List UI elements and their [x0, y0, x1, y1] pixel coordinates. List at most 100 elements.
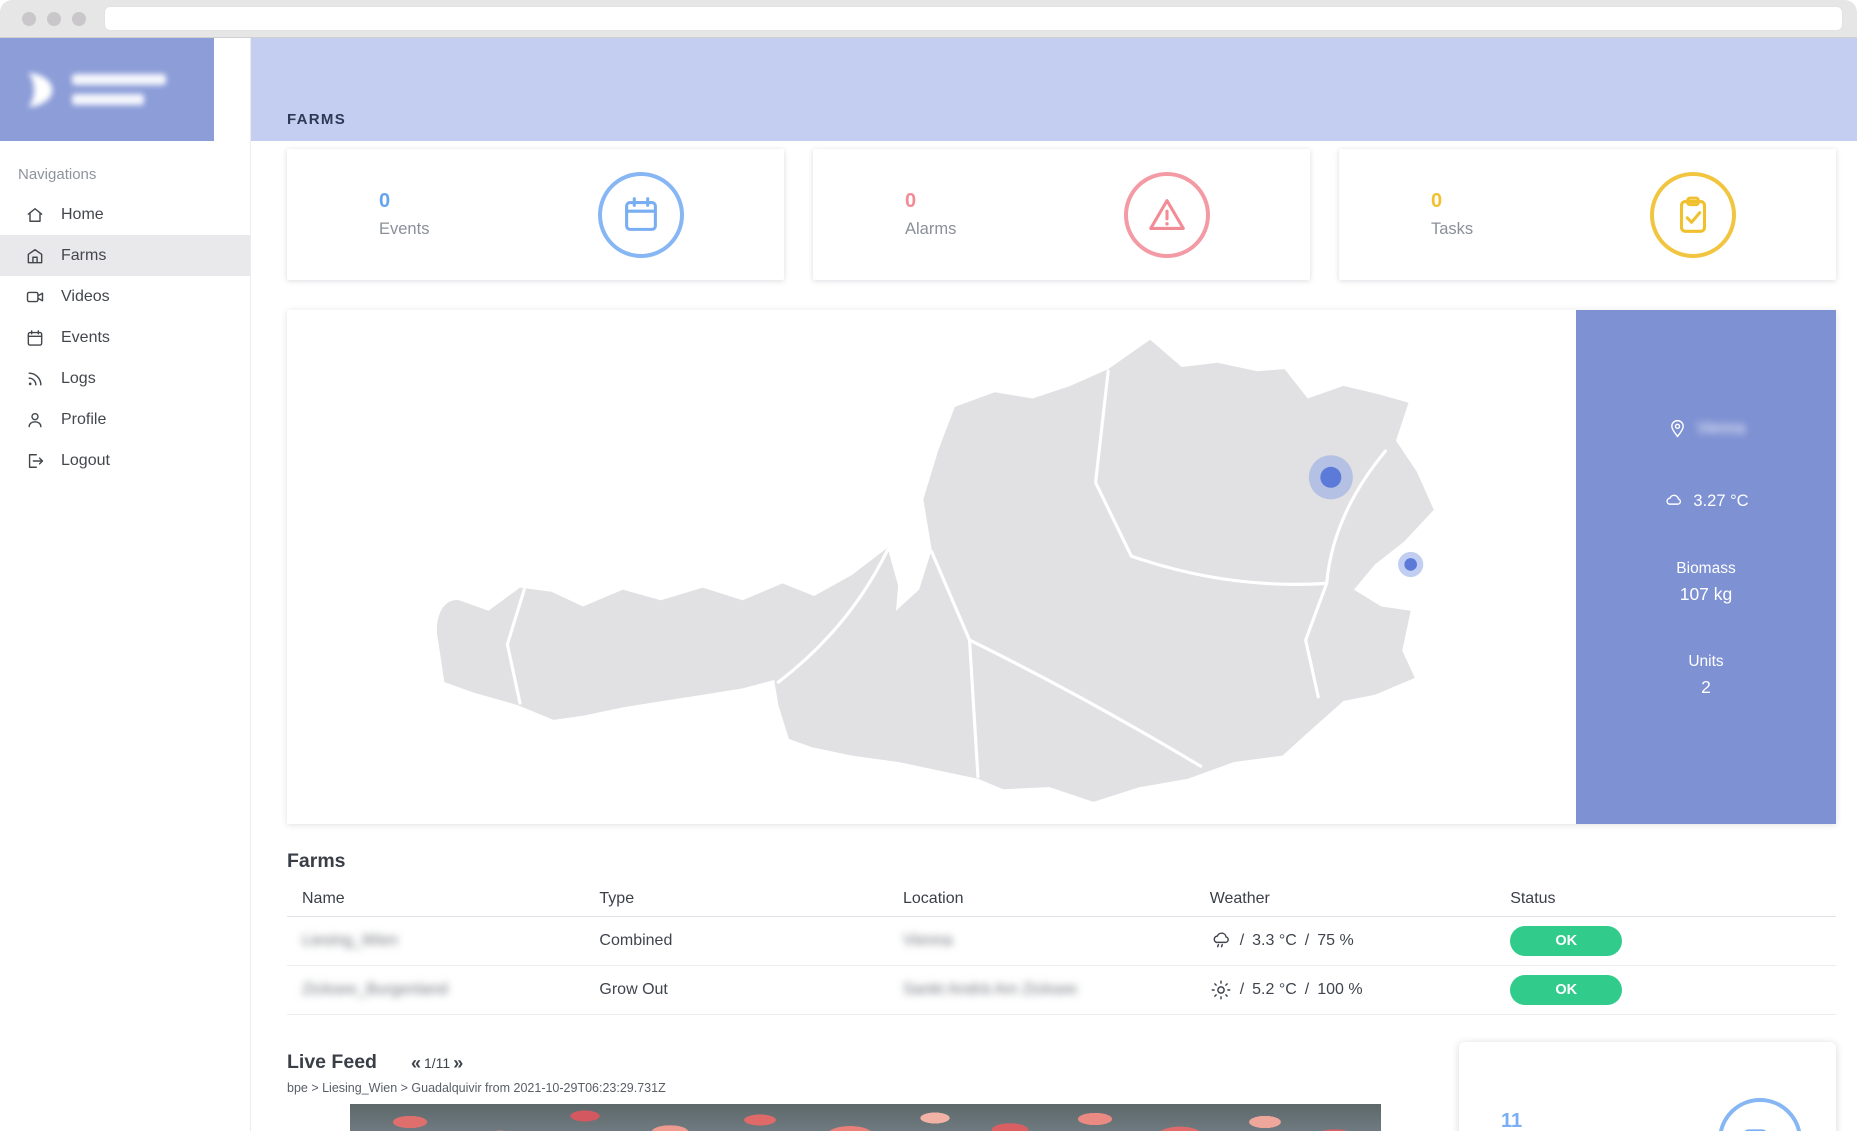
app-window: Navigations Home Farms Videos — [0, 0, 1857, 1131]
sidebar-item-home[interactable]: Home — [0, 194, 250, 235]
video-camera-icon — [25, 287, 45, 307]
column-header-status: Status — [1495, 890, 1836, 908]
farm-weather: / 5.2 °C / 100 % — [1195, 979, 1496, 1001]
panel-units: Units 2 — [1688, 653, 1723, 698]
sun-icon — [1210, 979, 1232, 1001]
sidebar-item-videos[interactable]: Videos — [0, 276, 250, 317]
live-feed-title: Live Feed — [287, 1051, 377, 1074]
sidebar-item-label: Videos — [61, 288, 110, 306]
panel-location-row: Vienna — [1667, 418, 1745, 439]
page-title: FARMS — [287, 111, 346, 128]
sidebar-item-label: Events — [61, 329, 110, 347]
panel-temperature: 3.27 °C — [1693, 492, 1748, 511]
austria-map[interactable] — [287, 310, 1576, 824]
status-badge: OK — [1510, 926, 1622, 956]
farm-location: Sankt Andrä Am Zicksee — [888, 981, 1195, 999]
column-header-weather: Weather — [1195, 890, 1496, 908]
home-icon — [25, 205, 45, 225]
map-marker-zicksee — [1398, 552, 1423, 577]
app-logo[interactable] — [0, 38, 214, 141]
sidebar-item-label: Logout — [61, 452, 110, 470]
user-icon — [25, 410, 45, 430]
main-area: FARMS 0 Events — [251, 38, 1857, 1131]
page-indicator: 1/11 — [424, 1055, 450, 1071]
farm-name: Liesing_Wien — [287, 932, 584, 950]
sidebar-item-label: Logs — [61, 370, 96, 388]
status-badge: OK — [1510, 975, 1622, 1005]
tasks-stat-card[interactable]: 0 Tasks — [1339, 149, 1836, 280]
tasks-count: 0 — [1431, 190, 1473, 213]
maximize-window-button[interactable] — [72, 12, 86, 26]
weather-temperature: 5.2 °C — [1252, 981, 1297, 999]
farms-table-title: Farms — [287, 850, 1836, 873]
sidebar-item-logs[interactable]: Logs — [0, 358, 250, 399]
events-label: Events — [379, 220, 429, 239]
tasks-label: Tasks — [1431, 220, 1473, 239]
separator: / — [1240, 981, 1244, 999]
table-row[interactable]: Liesing_Wien Combined Vienna / 3.3 °C / … — [287, 917, 1836, 966]
farm-summary-panel: Vienna 3.27 °C Biomass 107 kg Units 2 — [1576, 310, 1836, 824]
calendar-icon — [598, 172, 684, 258]
alarms-count: 0 — [905, 190, 956, 213]
alarms-stat-card[interactable]: 0 Alarms — [813, 149, 1310, 280]
map-section: Vienna 3.27 °C Biomass 107 kg Units 2 — [287, 310, 1836, 824]
address-bar[interactable] — [104, 6, 1843, 31]
video-camera-circle-icon — [1718, 1098, 1802, 1131]
sidebar-item-events[interactable]: Events — [0, 317, 250, 358]
minimize-window-button[interactable] — [47, 12, 61, 26]
page-header: FARMS — [251, 38, 1857, 141]
weather-humidity: 100 % — [1317, 981, 1362, 999]
sidebar-item-logout[interactable]: Logout — [0, 440, 250, 481]
farm-type: Grow Out — [584, 981, 888, 999]
sidebar-item-label: Profile — [61, 411, 106, 429]
sidebar-item-farms[interactable]: Farms — [0, 235, 250, 276]
map-marker-vienna — [1309, 456, 1353, 500]
sidebar: Navigations Home Farms Videos — [0, 38, 251, 1131]
separator: / — [1240, 932, 1244, 950]
events-stat-card[interactable]: 0 Events — [287, 149, 784, 280]
austria-map-svg — [313, 325, 1550, 808]
logo-redacted — [14, 67, 166, 113]
previous-page-button[interactable]: « — [411, 1054, 421, 1072]
logo-mark-icon — [14, 67, 60, 113]
feed-icon — [25, 369, 45, 389]
biomass-value: 107 kg — [1676, 584, 1735, 605]
panel-location: Vienna — [1697, 420, 1745, 438]
sidebar-item-label: Home — [61, 206, 104, 224]
cloud-icon — [1663, 491, 1684, 512]
stat-cards-row: 0 Events 0 Alarms — [287, 149, 1836, 280]
videos-count: 11 — [1501, 1110, 1522, 1131]
barn-icon — [25, 246, 45, 266]
farms-table-section: Farms Name Type Location Weather Status … — [287, 850, 1836, 1015]
page-content: 0 Events 0 Alarms — [251, 149, 1857, 1131]
farm-name: Zicksee_Burgenland — [287, 981, 584, 999]
sidebar-section-title: Navigations — [18, 166, 250, 183]
farm-status: OK — [1495, 926, 1836, 956]
logout-icon — [25, 451, 45, 471]
sidebar-item-profile[interactable]: Profile — [0, 399, 250, 440]
rain-cloud-icon — [1210, 930, 1232, 952]
live-feed-pagination: « 1/11 » — [411, 1054, 463, 1072]
weather-temperature: 3.3 °C — [1252, 932, 1297, 950]
separator: / — [1305, 932, 1309, 950]
panel-biomass: Biomass 107 kg — [1676, 560, 1735, 605]
browser-titlebar — [0, 0, 1857, 38]
next-page-button[interactable]: » — [453, 1054, 463, 1072]
close-window-button[interactable] — [22, 12, 36, 26]
farm-status: OK — [1495, 975, 1836, 1005]
alarms-label: Alarms — [905, 220, 956, 239]
separator: / — [1305, 981, 1309, 999]
live-feed-video[interactable] — [350, 1104, 1381, 1131]
sidebar-item-label: Farms — [61, 247, 106, 265]
farm-location: Vienna — [888, 932, 1195, 950]
farms-table: Name Type Location Weather Status Liesin… — [287, 882, 1836, 1015]
farm-type: Combined — [584, 932, 888, 950]
stat-text: 0 Tasks — [1431, 190, 1473, 239]
events-count: 0 — [379, 190, 429, 213]
units-value: 2 — [1688, 677, 1723, 698]
table-row[interactable]: Zicksee_Burgenland Grow Out Sankt Andrä … — [287, 966, 1836, 1015]
stat-text: 0 Alarms — [905, 190, 956, 239]
videos-count-card[interactable]: 11 — [1459, 1042, 1836, 1131]
column-header-name: Name — [287, 890, 584, 908]
logo-text-redacted — [72, 74, 166, 105]
